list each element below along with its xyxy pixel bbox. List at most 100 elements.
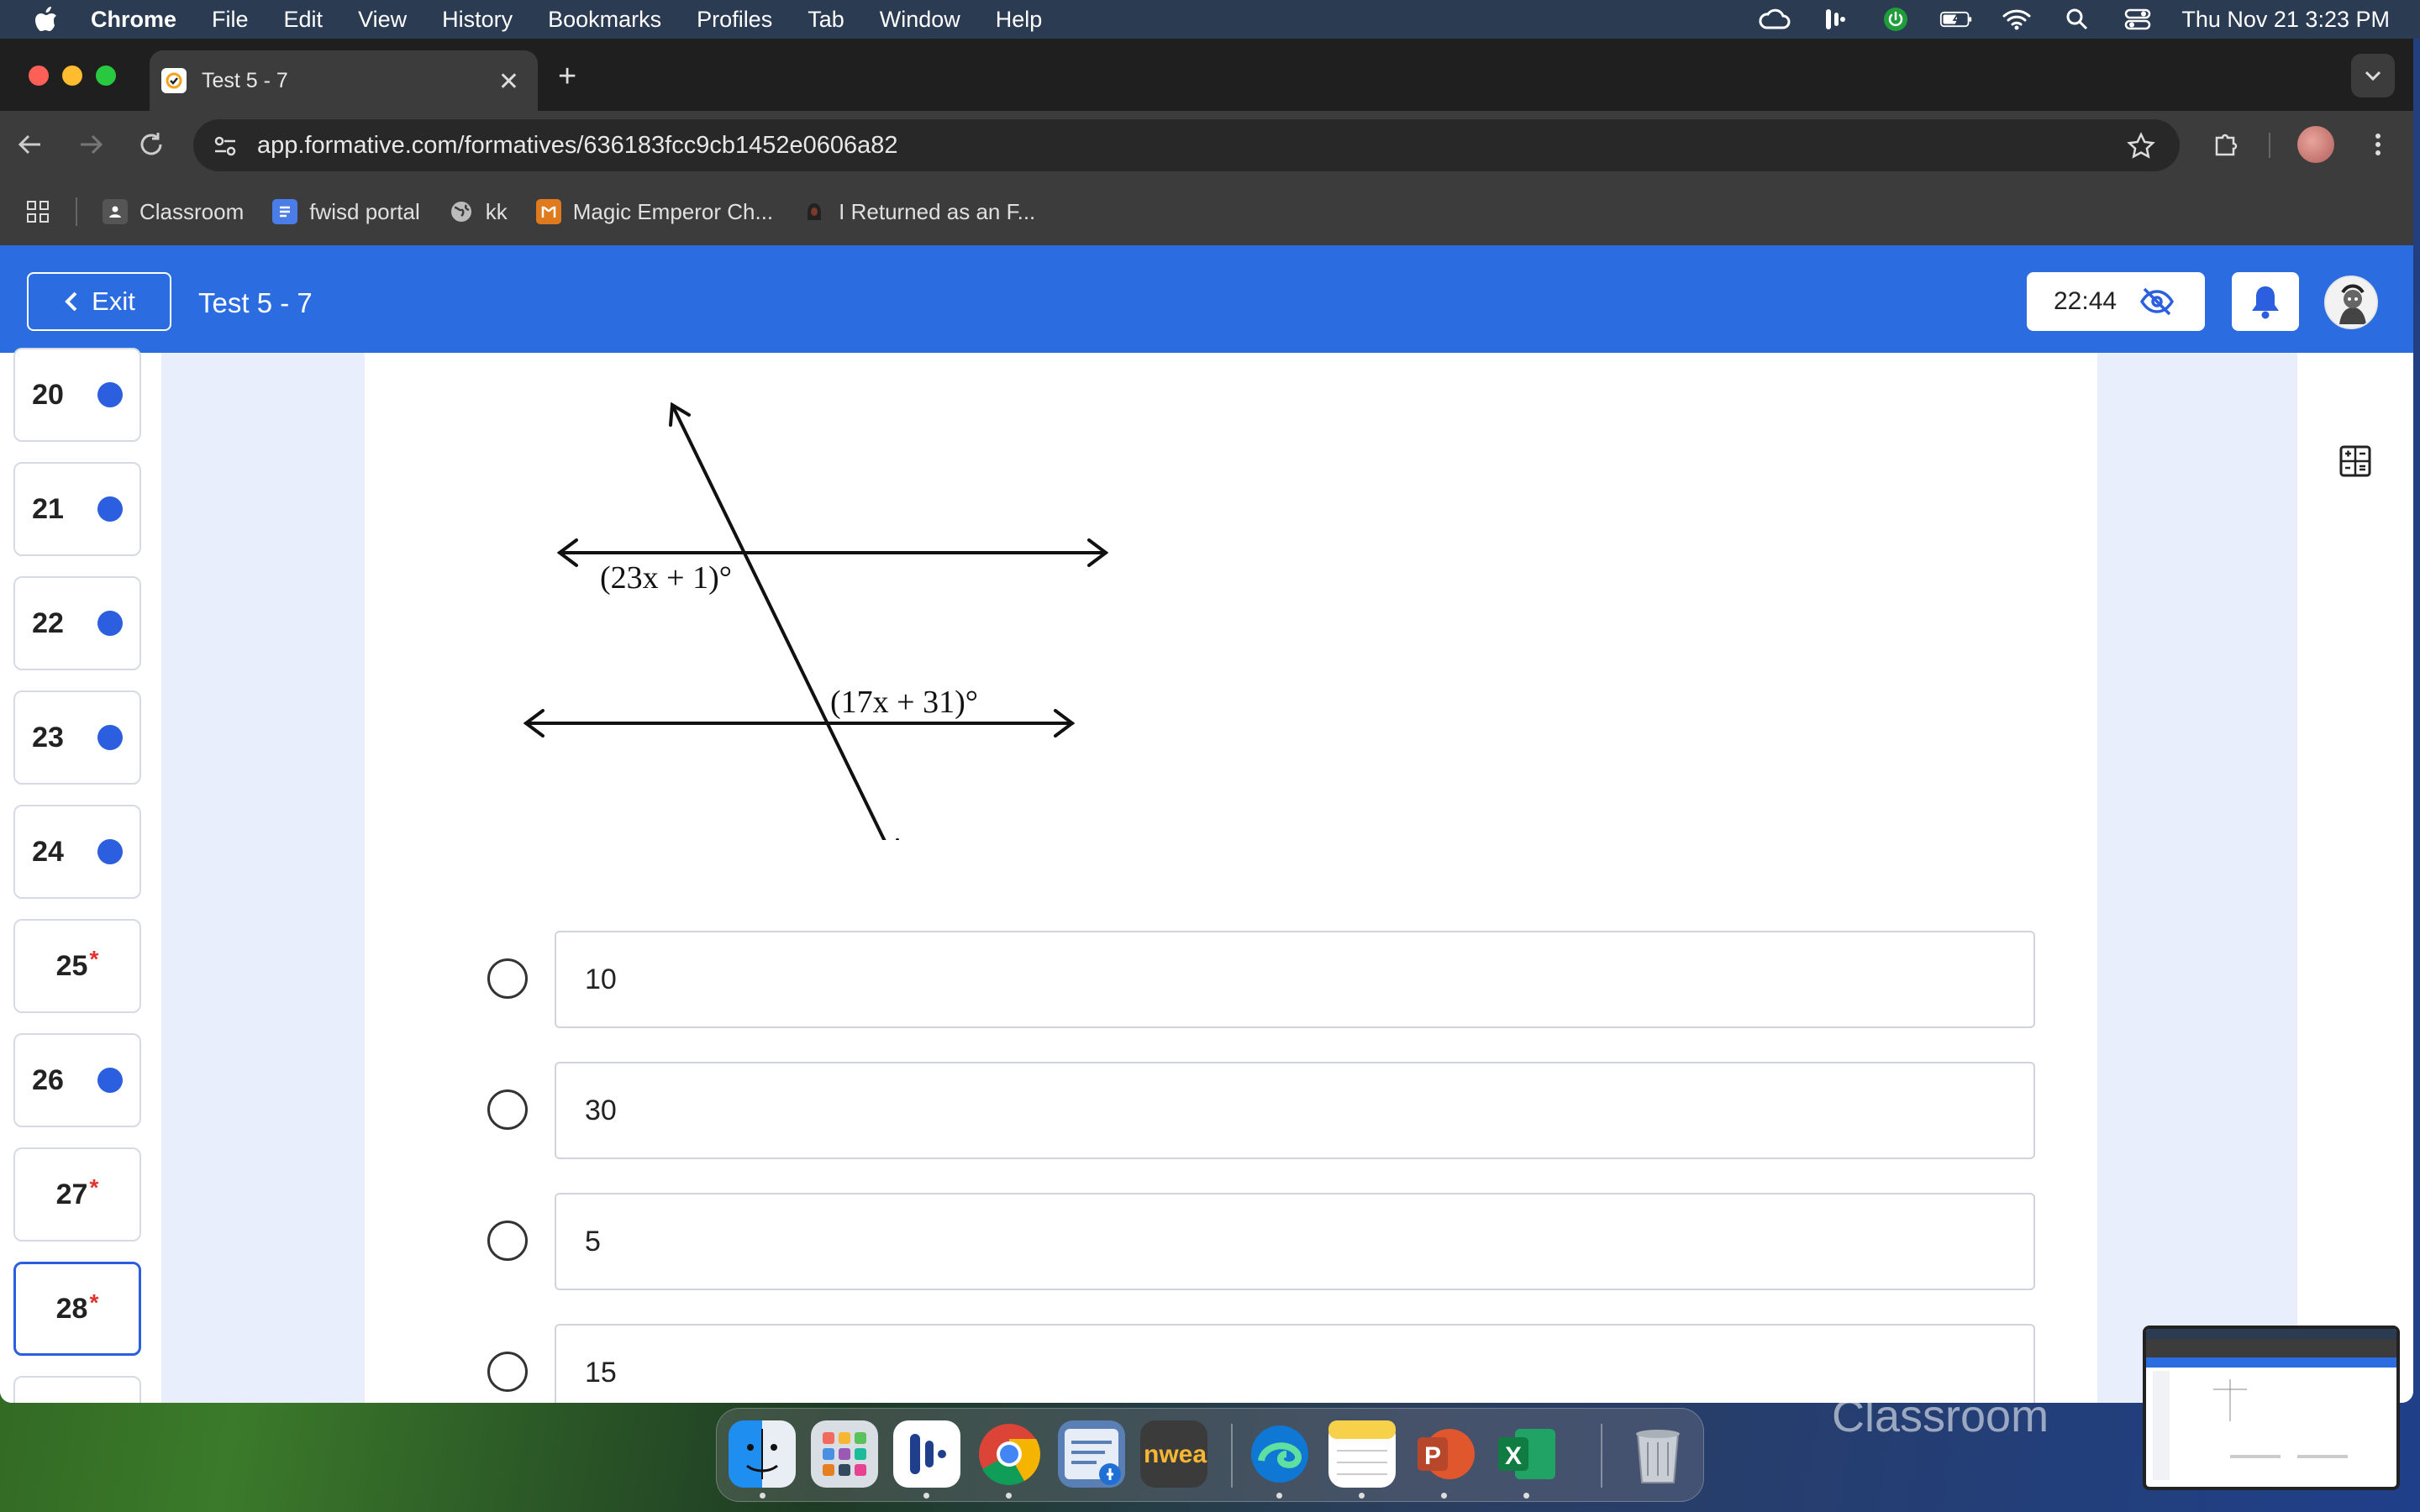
nwea-label: nwea — [1144, 1441, 1207, 1468]
power-icon[interactable] — [1879, 7, 1912, 32]
url-text: app.formative.com/formatives/636183fcc9c… — [257, 132, 898, 159]
question-nav-item[interactable]: 27 * — [13, 1147, 141, 1242]
trash-icon[interactable] — [1624, 1420, 1691, 1488]
screenshot-thumbnail[interactable] — [2143, 1326, 2400, 1490]
menu-bookmarks[interactable]: Bookmarks — [548, 7, 661, 33]
answer-choice[interactable]: 5 — [555, 1193, 2035, 1290]
bookmark-fwisd-portal[interactable]: fwisd portal — [272, 199, 420, 225]
otter-icon[interactable] — [1818, 7, 1852, 32]
page-title: Test 5 - 7 — [198, 287, 313, 318]
bookmark-label: Magic Emperor Ch... — [572, 198, 774, 224]
exit-label: Exit — [92, 286, 135, 316]
question-nav-item[interactable]: 26 — [13, 1033, 141, 1127]
question-nav-item[interactable]: 25 * — [13, 919, 141, 1013]
notes-utility-icon[interactable] — [1058, 1420, 1125, 1488]
excel-icon[interactable]: X — [1493, 1420, 1560, 1488]
nwea-icon[interactable]: nwea — [1140, 1420, 1207, 1488]
battery-icon[interactable] — [1939, 7, 1973, 32]
edge-icon[interactable] — [1246, 1420, 1313, 1488]
formative-favicon-icon — [161, 68, 187, 93]
wifi-icon[interactable] — [2000, 7, 2033, 32]
menu-app-name[interactable]: Chrome — [91, 7, 176, 33]
bookmark-classroom[interactable]: Classroom — [103, 199, 244, 225]
new-tab-button[interactable]: + — [558, 59, 576, 95]
back-arrow-icon[interactable] — [13, 128, 47, 161]
dock-divider — [1601, 1424, 1602, 1488]
bookmark-i-returned[interactable]: I Returned as an F... — [802, 199, 1035, 225]
choice-radio-1[interactable] — [487, 958, 528, 999]
angle-label-top: (23x + 1)° — [600, 560, 732, 596]
menu-profiles[interactable]: Profiles — [697, 7, 772, 33]
choice-radio-4[interactable] — [487, 1352, 528, 1392]
question-nav-item[interactable]: 22 — [13, 576, 141, 670]
svg-text:X: X — [1505, 1442, 1522, 1470]
question-number: 22 — [32, 606, 64, 639]
question-nav-item[interactable]: 24 — [13, 805, 141, 899]
choice-radio-2[interactable] — [487, 1089, 528, 1130]
menu-tab[interactable]: Tab — [808, 7, 844, 33]
address-bar[interactable]: app.formative.com/formatives/636183fcc9c… — [193, 119, 2180, 171]
bookmark-star-icon[interactable] — [2126, 131, 2156, 161]
menu-file[interactable]: File — [212, 7, 249, 33]
question-nav-item[interactable] — [13, 1376, 141, 1403]
answer-choice[interactable]: 15 — [555, 1324, 2035, 1403]
close-window-button[interactable] — [29, 66, 49, 86]
dock-divider — [1231, 1424, 1233, 1488]
question-nav-item-current[interactable]: 28 * — [13, 1262, 141, 1356]
chrome-window: Test 5 - 7 ✕ + app.formative.com/formati… — [0, 39, 2413, 1403]
chrome-icon[interactable] — [976, 1420, 1043, 1488]
minimize-window-button[interactable] — [62, 66, 82, 86]
control-center-icon[interactable] — [2121, 7, 2154, 32]
question-nav-item[interactable]: 23 — [13, 690, 141, 785]
extensions-puzzle-icon[interactable] — [2208, 128, 2242, 161]
spotlight-search-icon[interactable] — [2060, 7, 2094, 32]
question-nav-item[interactable]: 21 — [13, 462, 141, 556]
reload-icon[interactable] — [134, 128, 168, 161]
menu-view[interactable]: View — [358, 7, 407, 33]
tab-search-button[interactable] — [2351, 54, 2395, 97]
tab-active[interactable]: Test 5 - 7 ✕ — [150, 50, 538, 111]
eye-off-icon — [2140, 287, 2175, 316]
answer-choice[interactable]: 10 — [555, 931, 2035, 1028]
finder-icon[interactable] — [729, 1420, 796, 1488]
zoom-window-button[interactable] — [96, 66, 116, 86]
choice-radio-3[interactable] — [487, 1221, 528, 1261]
tab-close-icon[interactable]: ✕ — [498, 67, 519, 97]
required-asterisk: * — [89, 1289, 99, 1315]
notes-app-icon[interactable] — [1328, 1420, 1396, 1488]
menu-edit[interactable]: Edit — [284, 7, 324, 33]
otter-app-icon[interactable] — [893, 1420, 960, 1488]
question-number: 25 — [55, 949, 88, 982]
apps-grid-icon[interactable] — [25, 199, 50, 224]
assignment-content: 20 21 22 23 24 25 * 26 27 * 28 * (23x + … — [0, 348, 2413, 1403]
answer-choice[interactable]: 30 — [555, 1062, 2035, 1159]
bookmark-kk[interactable]: kk — [449, 199, 508, 225]
user-avatar[interactable] — [2324, 276, 2378, 329]
running-indicator — [923, 1493, 929, 1499]
transversal-line — [671, 403, 886, 840]
menu-history[interactable]: History — [442, 7, 513, 33]
exit-button[interactable]: Exit — [27, 272, 171, 331]
tab-strip: Test 5 - 7 ✕ + — [0, 39, 2413, 111]
apple-icon[interactable] — [34, 6, 59, 33]
running-indicator — [1006, 1493, 1012, 1499]
menu-help[interactable]: Help — [996, 7, 1043, 33]
kebab-menu-icon[interactable] — [2361, 128, 2395, 161]
notifications-button[interactable] — [2232, 272, 2299, 331]
question-nav-item[interactable]: 20 — [13, 348, 141, 442]
profile-avatar[interactable] — [2297, 126, 2334, 163]
menu-window[interactable]: Window — [880, 7, 960, 33]
bookmarks-bar: Classroom fwisd portal kk Magic Emperor … — [0, 178, 2413, 245]
menubar-clock[interactable]: Thu Nov 21 3:23 PM — [2181, 7, 2390, 33]
running-indicator — [1276, 1493, 1282, 1499]
powerpoint-icon[interactable]: P — [1411, 1420, 1478, 1488]
angle-label-bottom: (17x + 31)° — [830, 685, 978, 720]
site-settings-icon[interactable] — [212, 133, 239, 160]
timer-toggle[interactable]: 22:44 — [2027, 272, 2205, 331]
bookmark-magic-emperor[interactable]: Magic Emperor Ch... — [535, 198, 774, 225]
answered-dot — [97, 611, 123, 636]
forward-arrow-icon[interactable] — [74, 128, 108, 161]
creative-cloud-icon[interactable] — [1758, 7, 1791, 32]
launchpad-icon[interactable] — [811, 1420, 878, 1488]
calculator-icon[interactable] — [2339, 445, 2371, 477]
